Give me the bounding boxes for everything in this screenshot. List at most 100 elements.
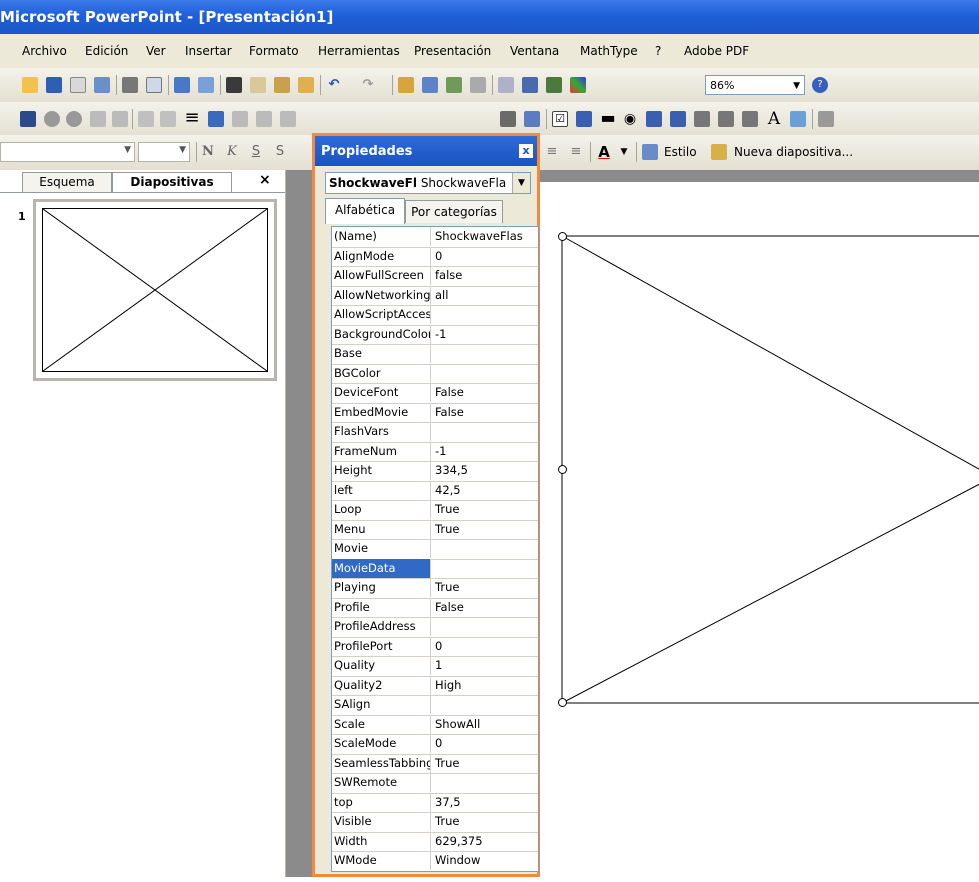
property-row[interactable]: Quality2 High [332, 675, 538, 696]
chevron-down-icon[interactable]: ▼ [793, 76, 800, 96]
label-control-icon[interactable]: A [766, 111, 782, 128]
property-row[interactable]: Quality 1 [332, 656, 538, 677]
property-row[interactable]: ProfileAddress [332, 617, 538, 638]
property-value[interactable]: 0 [433, 637, 538, 656]
property-row[interactable]: SAlign [332, 695, 538, 716]
redo-icon[interactable]: ↷ [360, 77, 376, 93]
scrollbar-control-icon[interactable] [742, 111, 758, 127]
chinese-icon[interactable] [90, 111, 106, 127]
open-icon[interactable] [22, 77, 38, 93]
property-value[interactable] [433, 559, 538, 578]
properties-icon[interactable] [524, 111, 540, 127]
underline-button[interactable]: S [248, 144, 264, 160]
property-value[interactable]: False [433, 598, 538, 617]
property-row[interactable]: AlignMode 0 [332, 246, 538, 267]
property-value[interactable]: 629,375 [433, 832, 538, 851]
property-row[interactable]: SWRemote [332, 773, 538, 794]
show-formatting-icon[interactable] [522, 77, 538, 93]
shadow-button[interactable]: S [272, 144, 288, 160]
property-row[interactable]: Scale ShowAll [332, 714, 538, 735]
property-row[interactable]: AllowNetworking all [332, 285, 538, 306]
help-icon[interactable]: ? [812, 77, 828, 93]
menu-archivo[interactable]: Archivo [22, 44, 67, 58]
zoom-combobox[interactable]: 86% ▼ [705, 75, 805, 95]
chevron-down-icon[interactable]: ▼ [512, 173, 530, 193]
property-row[interactable]: left 42,5 [332, 480, 538, 501]
insert-chart-icon[interactable] [398, 77, 414, 93]
property-value[interactable]: True [433, 578, 538, 597]
property-value[interactable]: 0 [433, 734, 538, 753]
design-mode-icon[interactable] [500, 111, 516, 127]
property-value[interactable]: ShockwaveFlas [433, 227, 538, 246]
property-row[interactable]: Loop True [332, 500, 538, 521]
property-value[interactable] [433, 617, 538, 636]
chinese2-icon[interactable] [112, 111, 128, 127]
property-row[interactable]: MovieData [332, 558, 538, 579]
resize-handle[interactable] [558, 232, 567, 241]
more-controls-icon[interactable] [818, 111, 834, 127]
property-row[interactable]: Base [332, 344, 538, 365]
menu-help[interactable]: ? [655, 44, 661, 58]
save-icon[interactable] [46, 77, 62, 93]
resize-handle[interactable] [558, 698, 567, 707]
menu-formato[interactable]: Formato [249, 44, 299, 58]
tables-borders-icon[interactable] [446, 77, 462, 93]
slide-thumbnail[interactable] [33, 199, 277, 381]
property-value[interactable]: 42,5 [433, 481, 538, 500]
bold-button[interactable]: N [200, 144, 216, 160]
property-value[interactable]: True [433, 754, 538, 773]
print-preview-icon[interactable] [146, 77, 162, 93]
chevron-down-icon[interactable]: ▼ [179, 145, 186, 155]
property-value[interactable]: false [433, 266, 538, 285]
listbox-control-icon[interactable] [646, 111, 662, 127]
menu-insertar[interactable]: Insertar [185, 44, 232, 58]
chevron-down-icon[interactable]: ▼ [124, 145, 131, 155]
property-value[interactable]: 1 [433, 656, 538, 675]
combobox-control-icon[interactable] [670, 111, 686, 127]
option-control-icon[interactable]: ◉ [622, 111, 638, 127]
spin-control-icon[interactable] [718, 111, 734, 127]
property-value[interactable] [433, 422, 538, 441]
permission-icon[interactable] [70, 77, 86, 93]
property-value[interactable] [433, 364, 538, 383]
property-value[interactable]: ShowAll [433, 715, 538, 734]
property-value[interactable]: True [433, 520, 538, 539]
checkbox-control-icon[interactable]: ☑ [552, 111, 568, 127]
increase-indent-icon[interactable]: ≡ [568, 144, 584, 160]
property-row[interactable]: AllowScriptAcces [332, 305, 538, 326]
property-value[interactable]: Window [433, 851, 538, 870]
tab-alfabetica[interactable]: Alfabética [325, 198, 405, 224]
font-size-dropdown[interactable]: ▼ [138, 142, 190, 162]
close-icon[interactable]: x [519, 144, 533, 158]
chevron-down-icon[interactable]: ▼ [616, 144, 632, 160]
property-row[interactable]: WMode Window [332, 851, 538, 871]
property-row[interactable]: Profile False [332, 597, 538, 618]
spelling-icon[interactable] [174, 77, 190, 93]
property-row[interactable]: ProfilePort 0 [332, 636, 538, 657]
property-row[interactable]: AllowFullScreen false [332, 266, 538, 287]
format-painter-icon[interactable] [298, 77, 314, 93]
property-row[interactable]: DeviceFont False [332, 383, 538, 404]
image-control-icon[interactable] [790, 111, 806, 127]
design-icon[interactable] [642, 144, 658, 160]
property-value[interactable]: False [433, 383, 538, 402]
property-row[interactable]: SeamlessTabbing True [332, 753, 538, 774]
undo-icon[interactable]: ↶ [326, 77, 342, 93]
property-row[interactable]: (Name) ShockwaveFlas [332, 227, 538, 248]
slide-canvas[interactable] [533, 182, 979, 882]
property-row[interactable]: Width 629,375 [332, 831, 538, 852]
paste-icon[interactable] [274, 77, 290, 93]
tab-por-categorias[interactable]: Por categorías [405, 200, 503, 223]
edit-points-icon[interactable] [280, 111, 296, 127]
italic-button[interactable]: K [224, 144, 240, 160]
property-value[interactable] [433, 539, 538, 558]
print-icon[interactable] [122, 77, 138, 93]
ungroup-icon[interactable] [232, 111, 248, 127]
menu-ver[interactable]: Ver [146, 44, 166, 58]
menu-herramientas[interactable]: Herramientas [318, 44, 400, 58]
property-value[interactable] [433, 773, 538, 792]
research-icon[interactable] [198, 77, 214, 93]
property-row[interactable]: Playing True [332, 578, 538, 599]
new-slide-icon[interactable] [711, 144, 727, 160]
menu-ventana[interactable]: Ventana [510, 44, 559, 58]
